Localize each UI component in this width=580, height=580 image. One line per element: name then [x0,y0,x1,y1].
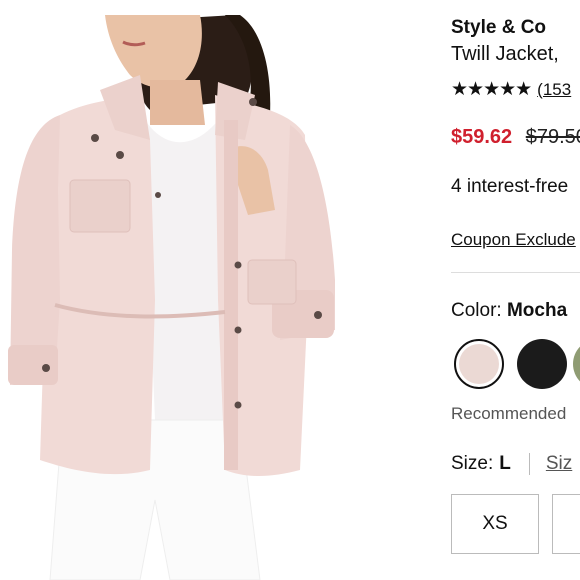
original-price: $79.50 [525,126,580,148]
product-title: Twill Jacket, [451,43,559,65]
color-swatch-black[interactable] [517,339,567,389]
color-label: Color: [451,300,502,321]
product-info-panel: Style & Co Twill Jacket, ★★★★★ (153 $59.… [451,0,580,580]
color-swatch-blush[interactable] [454,339,504,389]
divider [451,272,580,273]
size-guide-link[interactable]: Siz [546,453,572,475]
selected-color-name: Mocha [506,300,568,321]
selected-size: L [499,453,511,474]
size-label-row: Size: L Siz [451,453,572,475]
sale-price: $59.62 [451,126,513,148]
installments-text: 4 interest-free [451,176,569,197]
separator [528,453,530,475]
recommended-label: Recommended [451,404,567,423]
star-rating-icon: ★★★★★ [451,79,532,100]
brand-name[interactable]: Style & Co [451,17,546,39]
color-label-row: Color: Mocha [451,300,567,322]
product-image[interactable] [0,0,340,580]
size-label: Size: [451,453,494,474]
review-count-link[interactable]: (153 [537,80,571,100]
jacket-photo [8,15,335,580]
price-row: $59.62 $79.50 [451,126,580,149]
size-option-xs[interactable]: XS [451,494,539,554]
rating-row[interactable]: ★★★★★ (153 [451,78,571,101]
size-option-s[interactable] [552,494,580,554]
coupon-exclusions-link[interactable]: Coupon Exclude [451,230,576,250]
color-swatch-olive[interactable] [573,339,580,389]
